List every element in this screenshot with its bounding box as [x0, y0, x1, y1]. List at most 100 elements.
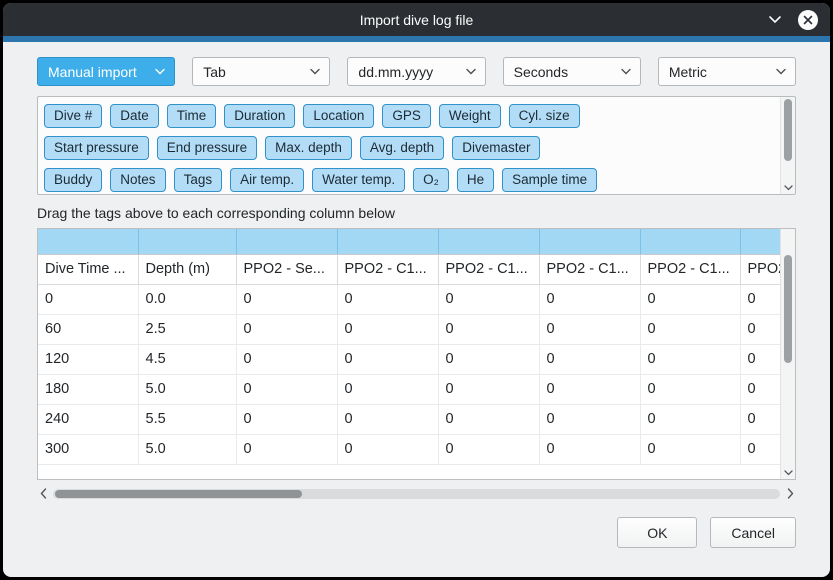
draggable-tag[interactable]: Start pressure: [44, 136, 149, 160]
drop-target-cell[interactable]: [38, 229, 138, 254]
combo-import-mode[interactable]: Manual import: [37, 57, 175, 86]
combo-duration-format[interactable]: Seconds: [503, 57, 641, 86]
draggable-tag[interactable]: End pressure: [157, 136, 257, 160]
scroll-left-icon[interactable]: [37, 488, 49, 500]
table-scrollbar[interactable]: [780, 229, 795, 479]
column-header[interactable]: Depth (m): [138, 254, 236, 284]
column-header[interactable]: Dive Time ...: [38, 254, 138, 284]
draggable-tag[interactable]: Buddy: [44, 168, 102, 192]
draggable-tag[interactable]: Duration: [224, 104, 295, 128]
table-cell: 0: [640, 284, 740, 314]
chevron-down-icon: [155, 68, 165, 75]
preview-table: Dive Time ...Depth (m)PPO2 - Se...PPO2 -…: [38, 229, 796, 465]
table-cell: 5.5: [138, 404, 236, 434]
drop-target-cell[interactable]: [438, 229, 539, 254]
table-cell: 0: [236, 434, 337, 464]
chevron-down-icon: [621, 68, 631, 75]
scroll-right-icon[interactable]: [784, 488, 796, 500]
draggable-tag[interactable]: Cyl. size: [509, 104, 580, 128]
drop-target-cell[interactable]: [539, 229, 640, 254]
column-header-row: Dive Time ...Depth (m)PPO2 - Se...PPO2 -…: [38, 254, 796, 284]
draggable-tag[interactable]: Divemaster: [452, 136, 540, 160]
table-cell: 0: [539, 284, 640, 314]
shade-chevron-down-icon[interactable]: [768, 15, 782, 25]
horizontal-scrollbar-track[interactable]: [53, 489, 780, 499]
column-header[interactable]: PPO2 - C1...: [539, 254, 640, 284]
draggable-tag[interactable]: Time: [167, 104, 217, 128]
combo-units[interactable]: Metric: [658, 57, 796, 86]
draggable-tag[interactable]: He: [457, 168, 494, 192]
draggable-tag[interactable]: Dive #: [44, 104, 102, 128]
table-cell: 0: [337, 284, 438, 314]
drop-target-row: [38, 229, 796, 254]
preview-table-head: Dive Time ...Depth (m)PPO2 - Se...PPO2 -…: [38, 229, 796, 284]
table-row: 2405.5000000: [38, 404, 796, 434]
table-cell: 0: [38, 284, 138, 314]
draggable-tag[interactable]: Weight: [439, 104, 501, 128]
table-cell: 0: [640, 404, 740, 434]
draggable-tag[interactable]: O₂: [413, 168, 449, 192]
table-cell: 0: [539, 314, 640, 344]
scroll-down-icon[interactable]: [783, 183, 794, 192]
draggable-tag[interactable]: Location: [303, 104, 374, 128]
chevron-down-icon: [776, 68, 786, 75]
table-cell: 0: [236, 374, 337, 404]
draggable-tag[interactable]: Water temp.: [312, 168, 405, 192]
table-cell: 0: [640, 374, 740, 404]
draggable-tag[interactable]: Date: [110, 104, 159, 128]
drop-target-cell[interactable]: [138, 229, 236, 254]
table-row: 1204.5000000: [38, 344, 796, 374]
draggable-tag[interactable]: Air temp.: [230, 168, 304, 192]
table-cell: 0: [337, 344, 438, 374]
table-cell: 2.5: [138, 314, 236, 344]
combo-field-separator[interactable]: Tab: [192, 57, 330, 86]
table-cell: 0: [438, 374, 539, 404]
table-cell: 0: [337, 374, 438, 404]
table-row: 00.0000000: [38, 284, 796, 314]
import-options-row: Manual import Tab dd.mm.yyyy Seconds: [37, 57, 796, 86]
table-cell: 0: [438, 284, 539, 314]
table-scrollbar-thumb[interactable]: [784, 255, 792, 363]
tag-pool: Dive # Date Time Duration Location GPS Weight C…: [37, 96, 796, 195]
tag-pool-scrollbar-thumb[interactable]: [784, 99, 792, 161]
drop-target-cell[interactable]: [640, 229, 740, 254]
table-row: 602.5000000: [38, 314, 796, 344]
combo-date-format[interactable]: dd.mm.yyyy: [347, 57, 485, 86]
draggable-tag[interactable]: Max. depth: [265, 136, 352, 160]
table-cell: 0: [236, 344, 337, 374]
combo-field-separator-value: Tab: [203, 64, 226, 80]
table-cell: 0.0: [138, 284, 236, 314]
table-row: 1805.0000000: [38, 374, 796, 404]
scroll-down-icon[interactable]: [783, 468, 794, 477]
table-cell: 0: [539, 404, 640, 434]
column-header[interactable]: PPO2 - Se...: [236, 254, 337, 284]
column-header[interactable]: PPO2 - C1...: [337, 254, 438, 284]
tag-pool-scrollbar[interactable]: [780, 97, 795, 194]
window-title: Import dive log file: [360, 12, 474, 28]
combo-import-mode-value: Manual import: [48, 64, 137, 80]
close-button[interactable]: [798, 10, 818, 30]
column-header[interactable]: PPO2 - C1...: [640, 254, 740, 284]
draggable-tag[interactable]: Tags: [174, 168, 223, 192]
horizontal-scrollbar[interactable]: [37, 486, 796, 501]
combo-date-format-value: dd.mm.yyyy: [358, 64, 433, 80]
table-cell: 0: [337, 434, 438, 464]
table-row: 3005.0000000: [38, 434, 796, 464]
draggable-tag[interactable]: Sample time: [502, 168, 597, 192]
horizontal-scrollbar-thumb[interactable]: [55, 490, 302, 498]
chevron-down-icon: [310, 68, 320, 75]
table-cell: 300: [38, 434, 138, 464]
draggable-tag[interactable]: Notes: [110, 168, 165, 192]
table-cell: 4.5: [138, 344, 236, 374]
drop-target-cell[interactable]: [236, 229, 337, 254]
table-cell: 0: [539, 434, 640, 464]
drop-target-cell[interactable]: [337, 229, 438, 254]
ok-button[interactable]: OK: [617, 517, 697, 548]
table-cell: 180: [38, 374, 138, 404]
cancel-button[interactable]: Cancel: [710, 517, 796, 548]
table-cell: 120: [38, 344, 138, 374]
draggable-tag[interactable]: Avg. depth: [360, 136, 444, 160]
draggable-tag[interactable]: GPS: [382, 104, 431, 128]
column-header[interactable]: PPO2 - C1...: [438, 254, 539, 284]
table-cell: 0: [236, 284, 337, 314]
